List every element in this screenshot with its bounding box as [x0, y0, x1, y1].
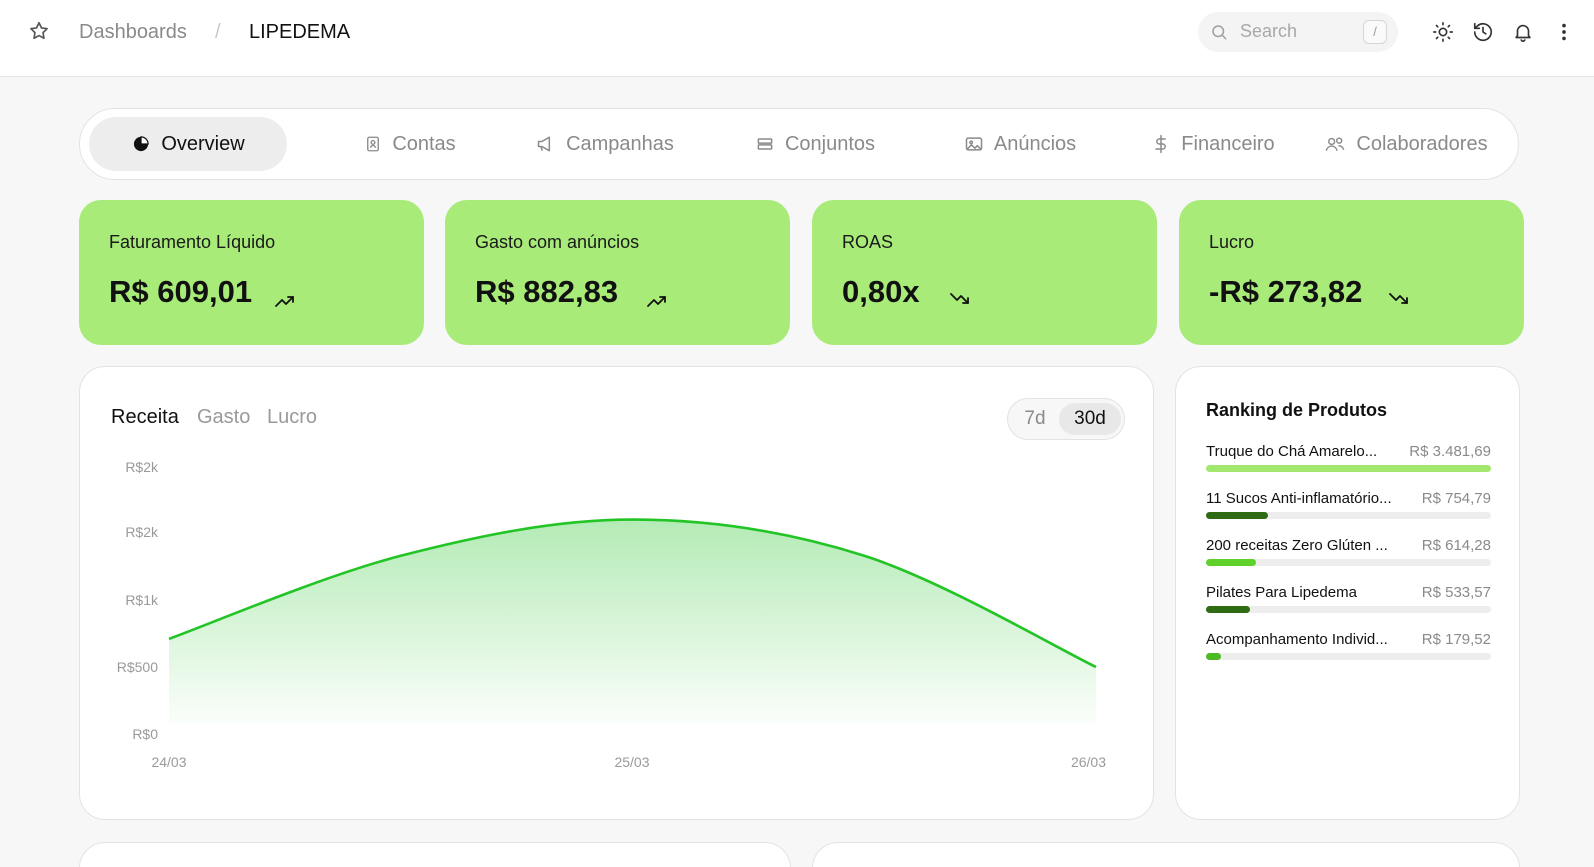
y-tick-label: R$0: [132, 726, 158, 742]
ranking-title: Ranking de Produtos: [1206, 400, 1388, 420]
bottom-card-left: [79, 842, 791, 867]
history-icon[interactable]: [1472, 21, 1494, 43]
ranking-progress-track: [1206, 653, 1491, 660]
ranking-card: Ranking de Produtos Truque do Chá Amarel…: [1175, 366, 1520, 820]
tab-colaboradores[interactable]: Colaboradores: [1308, 117, 1504, 171]
kpi-label: Gasto com anúncios: [475, 232, 640, 252]
area-chart: R$2k R$2k R$1k R$500 R$0 24/03 25/03 26/03: [117, 459, 1106, 770]
dollar-icon: [1155, 134, 1167, 154]
kpi-card-roas: ROAS 0,80x: [812, 200, 1157, 345]
ranking-item-name: Acompanhamento Individ...: [1206, 631, 1388, 648]
y-tick-label: R$2k: [125, 459, 159, 475]
tab-label: Anúncios: [993, 132, 1077, 155]
ranking-item[interactable]: Acompanhamento Individ... R$ 179,52: [1206, 631, 1491, 665]
y-tick-label: R$1k: [125, 592, 159, 608]
tab-financeiro[interactable]: Financeiro: [1123, 117, 1303, 171]
star-icon[interactable]: [28, 20, 50, 42]
breadcrumb-current: LIPEDEMA: [249, 21, 351, 43]
y-tick-label: R$500: [117, 659, 158, 675]
tab-label: Overview: [161, 132, 245, 155]
breadcrumb-separator: /: [215, 21, 221, 43]
tab-label: Conjuntos: [784, 132, 876, 155]
search-input[interactable]: Search /: [1198, 12, 1398, 52]
ranking-item-value: R$ 179,52: [1421, 631, 1491, 648]
ranking-item-name: 11 Sucos Anti-inflamatório...: [1206, 490, 1392, 507]
ranking-item-value: R$ 754,79: [1421, 490, 1491, 507]
breadcrumb-dashboards[interactable]: Dashboards: [79, 19, 187, 45]
tab-overview[interactable]: Overview: [89, 117, 287, 171]
ranking-item-value: R$ 3.481,69: [1409, 443, 1491, 460]
area-fill: [169, 519, 1096, 724]
ranking-progress-fill: [1206, 512, 1268, 519]
ranking-progress-track: [1206, 465, 1491, 472]
ranking-progress-fill: [1206, 653, 1221, 660]
kpi-card-faturamento: Faturamento Líquido R$ 609,01: [79, 200, 424, 345]
ranking-item-name: 200 receitas Zero Glúten ...: [1206, 537, 1388, 554]
search-icon: [1212, 25, 1227, 40]
section-tabs: Overview Contas Campanhas Conjuntos Anún…: [79, 108, 1519, 180]
pie-chart-icon: [134, 136, 150, 152]
image-icon: [965, 137, 983, 151]
ranking-progress-track: [1206, 559, 1491, 566]
kpi-card-gasto: Gasto com anúncios R$ 882,83: [445, 200, 790, 345]
tab-conjuntos[interactable]: Conjuntos: [715, 117, 915, 171]
revenue-chart-card: Receita Gasto Lucro 7d 30d R$2k R$2k R$1k R…: [79, 366, 1154, 820]
kpi-label: Faturamento Líquido: [109, 232, 276, 252]
users-icon: [1325, 137, 1345, 151]
tab-label: Financeiro: [1181, 132, 1275, 155]
tab-label: Campanhas: [566, 132, 674, 155]
more-vertical-icon[interactable]: [1553, 21, 1575, 43]
tab-anuncios[interactable]: Anúncios: [922, 117, 1118, 171]
ranking-item-name: Truque do Chá Amarelo...: [1206, 443, 1378, 460]
kpi-value: -R$ 273,82: [1209, 274, 1363, 309]
layers-icon: [757, 138, 773, 150]
kpi-label: Lucro: [1209, 232, 1255, 252]
ranking-progress-fill: [1206, 465, 1491, 472]
kpi-value: 0,80x: [842, 274, 920, 309]
ranking-item-value: R$ 614,28: [1421, 537, 1491, 554]
ranking-item[interactable]: Truque do Chá Amarelo... R$ 3.481,69: [1206, 443, 1491, 477]
x-tick-label: 26/03: [1071, 754, 1106, 770]
x-tick-label: 24/03: [151, 754, 186, 770]
search-placeholder: Search: [1240, 21, 1298, 41]
tab-label: Contas: [392, 132, 456, 155]
ranking-item[interactable]: 11 Sucos Anti-inflamatório... R$ 754,79: [1206, 490, 1491, 524]
trending-down-icon: [1389, 293, 1408, 304]
tab-contas[interactable]: Contas: [330, 117, 490, 171]
trending-up-icon: [647, 296, 666, 307]
kpi-label: ROAS: [842, 232, 894, 252]
kpi-value: R$ 609,01: [109, 274, 253, 309]
ranking-item-value: R$ 533,57: [1421, 584, 1491, 601]
account-icon: [367, 136, 380, 152]
trending-up-icon: [275, 296, 294, 307]
ranking-progress-fill: [1206, 559, 1257, 566]
sun-icon[interactable]: [1432, 21, 1454, 43]
top-bar: Dashboards / LIPEDEMA Search /: [0, 0, 1594, 77]
ranking-progress-fill: [1206, 606, 1250, 613]
bell-icon[interactable]: [1512, 21, 1534, 43]
trending-down-icon: [950, 293, 969, 304]
kpi-card-lucro: Lucro -R$ 273,82: [1179, 200, 1524, 345]
kpi-value: R$ 882,83: [475, 274, 619, 309]
ranking-item[interactable]: Pilates Para Lipedema R$ 533,57: [1206, 584, 1491, 618]
search-shortcut-key: /: [1363, 20, 1387, 44]
tab-label: Colaboradores: [1356, 132, 1488, 155]
x-tick-label: 25/03: [614, 754, 649, 770]
ranking-item[interactable]: 200 receitas Zero Glúten ... R$ 614,28: [1206, 537, 1491, 571]
ranking-item-name: Pilates Para Lipedema: [1206, 584, 1357, 601]
bottom-card-right: [812, 842, 1520, 867]
y-tick-label: R$2k: [125, 524, 159, 540]
ranking-progress-track: [1206, 512, 1491, 519]
megaphone-icon: [537, 136, 551, 152]
ranking-progress-track: [1206, 606, 1491, 613]
tab-campanhas[interactable]: Campanhas: [505, 117, 705, 171]
